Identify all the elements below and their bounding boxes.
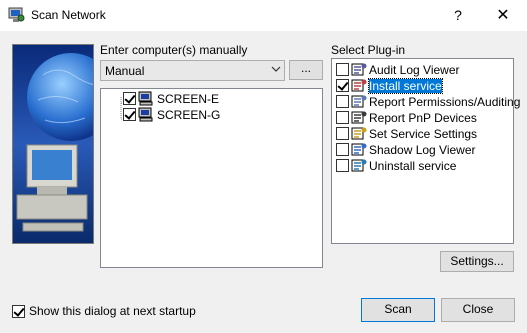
computer-checkbox[interactable] bbox=[123, 108, 136, 121]
scan-network-app-icon bbox=[8, 7, 25, 22]
plugin-name: Report Permissions/Auditing bbox=[369, 95, 521, 109]
computer-name: SCREEN-E bbox=[157, 92, 220, 106]
plugin-list[interactable]: Audit Log Viewer Install service Report Pe… bbox=[331, 58, 520, 244]
service-settings-icon bbox=[351, 127, 367, 140]
plugin-checkbox[interactable] bbox=[336, 111, 349, 124]
plugin-name: Audit Log Viewer bbox=[369, 63, 460, 77]
plugin-name: Report PnP Devices bbox=[369, 111, 477, 125]
plugin-name: Set Service Settings bbox=[369, 127, 478, 141]
startup-label[interactable]: Show this dialog at next startup bbox=[29, 304, 196, 318]
computer-icon bbox=[138, 91, 153, 106]
plugin-checkbox[interactable] bbox=[336, 79, 349, 92]
plugin-checkbox[interactable] bbox=[336, 95, 349, 108]
help-button[interactable]: ? bbox=[443, 0, 473, 31]
computer-icon bbox=[138, 107, 153, 122]
computer-list[interactable]: SCREEN-E SCREEN-G bbox=[100, 88, 323, 268]
browse-button[interactable]: ... bbox=[289, 60, 323, 80]
scan-button[interactable]: Scan bbox=[361, 298, 435, 322]
install-service-icon bbox=[351, 79, 367, 92]
window-close-button[interactable]: ✕ bbox=[483, 0, 523, 31]
report-permissions-icon bbox=[351, 95, 367, 108]
plugin-checkbox[interactable] bbox=[336, 63, 349, 76]
uninstall-service-icon bbox=[351, 159, 367, 172]
shadow-log-icon bbox=[351, 143, 367, 156]
plugin-item[interactable]: Uninstall service bbox=[336, 158, 506, 174]
computer-source-select[interactable]: Manual bbox=[100, 60, 285, 81]
chevron-down-icon bbox=[271, 66, 281, 72]
computer-name: SCREEN-G bbox=[157, 108, 221, 122]
computer-checkbox[interactable] bbox=[123, 92, 136, 105]
plugin-checkbox[interactable] bbox=[336, 143, 349, 156]
audit-log-icon bbox=[351, 63, 367, 76]
globe-computer-illustration bbox=[13, 45, 93, 243]
plugin-item[interactable]: Report PnP Devices bbox=[336, 110, 506, 126]
plugin-item[interactable]: Audit Log Viewer bbox=[336, 62, 506, 78]
plugin-checkbox[interactable] bbox=[336, 127, 349, 140]
title-bar: Scan Network ? ✕ bbox=[0, 0, 527, 31]
plugin-name: Install service bbox=[368, 78, 443, 94]
plugin-name: Shadow Log Viewer bbox=[369, 143, 476, 157]
list-item[interactable]: SCREEN-G bbox=[123, 107, 303, 123]
computer-source-value: Manual bbox=[105, 64, 145, 78]
settings-button[interactable]: Settings... bbox=[440, 251, 514, 272]
plugin-item[interactable]: Report Permissions/Auditing bbox=[336, 94, 520, 110]
startup-checkbox[interactable] bbox=[12, 305, 25, 318]
list-item[interactable]: SCREEN-E bbox=[123, 91, 303, 107]
plugins-label: Select Plug-in bbox=[331, 43, 406, 57]
plugin-name: Uninstall service bbox=[369, 159, 457, 173]
close-button[interactable]: Close bbox=[441, 298, 515, 322]
plugin-item[interactable]: Set Service Settings bbox=[336, 126, 506, 142]
pnp-devices-icon bbox=[351, 111, 367, 124]
computers-label: Enter computer(s) manually bbox=[100, 43, 248, 57]
plugin-checkbox[interactable] bbox=[336, 159, 349, 172]
plugin-item[interactable]: Install service bbox=[336, 78, 506, 94]
banner-image bbox=[12, 44, 94, 244]
window-title: Scan Network bbox=[31, 8, 106, 22]
plugin-item[interactable]: Shadow Log Viewer bbox=[336, 142, 506, 158]
